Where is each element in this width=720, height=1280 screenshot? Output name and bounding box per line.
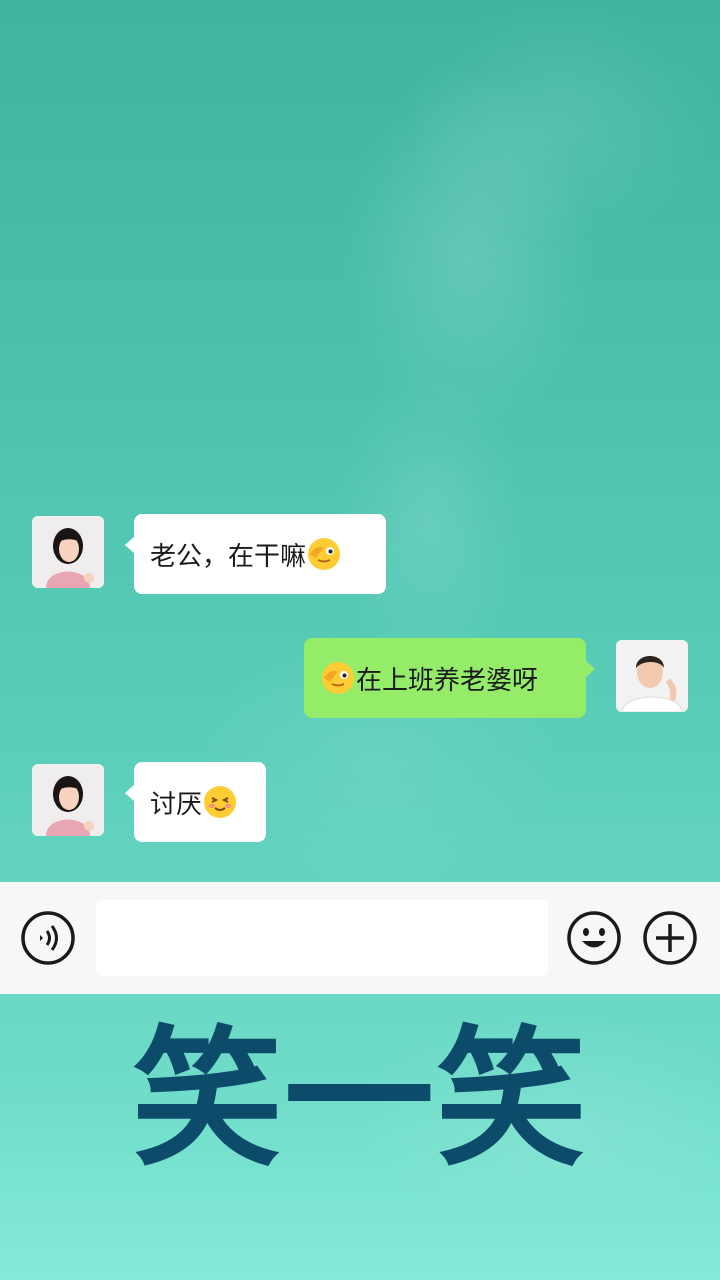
smiley-icon[interactable] — [566, 910, 622, 966]
voice-icon[interactable] — [20, 910, 76, 966]
message-bubble-outgoing[interactable]: 在上班养老婆呀 — [304, 638, 595, 718]
chat-input-bar — [0, 882, 720, 994]
face-with-hand-over-eye-emoji — [308, 538, 341, 570]
face-with-hand-over-eye-emoji — [322, 662, 354, 694]
avatar-wife[interactable] — [32, 764, 104, 836]
message-text: 讨厌 — [150, 789, 203, 820]
message-text: 在上班养老婆呀 — [356, 665, 539, 696]
message-bubble-incoming[interactable]: 老公，在干嘛 — [125, 514, 386, 594]
plus-icon[interactable] — [642, 910, 698, 966]
avatar-wife[interactable] — [32, 516, 104, 588]
message-input[interactable] — [96, 900, 548, 976]
caption-title: 笑一笑 — [131, 1013, 588, 1187]
message-bubble-incoming[interactable]: 讨厌 — [125, 762, 266, 842]
avatar-husband[interactable] — [616, 640, 688, 712]
message-text: 老公，在干嘛 — [150, 541, 307, 572]
blushing-smile-emoji — [204, 786, 237, 818]
